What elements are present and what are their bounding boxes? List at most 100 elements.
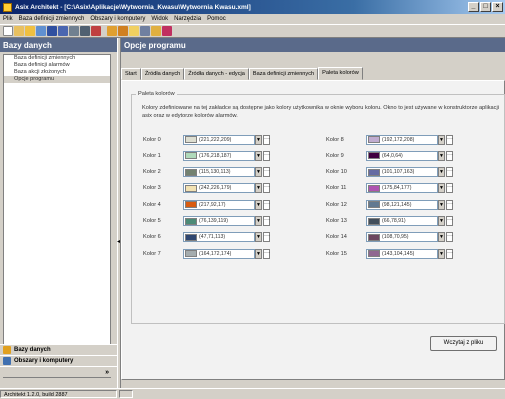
dropdown-arrow-icon[interactable]: ▼	[255, 199, 262, 210]
window-icon[interactable]	[91, 26, 101, 36]
dropdown-arrow-icon[interactable]: ▼	[255, 167, 262, 178]
edit-icon[interactable]	[118, 26, 128, 36]
color-picker[interactable]: (98,121,145)	[366, 199, 438, 210]
maximize-button[interactable]: □	[480, 2, 491, 12]
color-picker[interactable]: (64,0,64)	[366, 150, 438, 161]
tab-zrodla-danych-edycja[interactable]: Źródła danych - edycja	[184, 68, 249, 80]
menu-pomoc[interactable]: Pomoc	[207, 16, 226, 22]
dropdown-arrow-icon[interactable]: ▼	[438, 183, 445, 194]
menu-widok[interactable]: Widok	[151, 16, 168, 22]
color-palette-group: Paleta kolorów Kolory zdefiniowane na te…	[131, 91, 505, 324]
color-value: (175,84,177)	[382, 185, 412, 192]
minimize-button[interactable]: _	[468, 2, 479, 12]
tab-zrodla-danych[interactable]: Źródła danych	[140, 68, 185, 80]
save-all-icon[interactable]	[58, 26, 68, 36]
color-swatch	[368, 250, 380, 258]
tab-baza-definicji-zmiennych[interactable]: Baza definicji zmiennych	[248, 68, 319, 80]
menu-baza-definicji-zmiennych[interactable]: Baza definicji zmiennych	[19, 16, 85, 22]
more-icon[interactable]: ···	[263, 167, 270, 178]
more-icon[interactable]: ···	[263, 134, 270, 145]
dropdown-arrow-icon[interactable]: ▼	[255, 134, 262, 145]
new-icon[interactable]	[14, 26, 24, 36]
color-value: (176,218,187)	[199, 152, 232, 159]
more-icon[interactable]: ···	[263, 150, 270, 161]
color-picker[interactable]: (66,78,91)	[366, 216, 438, 226]
chart-icon[interactable]	[162, 26, 172, 36]
collapse-arrow-icon[interactable]: ◂	[117, 238, 120, 245]
more-icon[interactable]: ···	[446, 134, 453, 145]
color-picker[interactable]: (164,172,174)	[183, 248, 255, 259]
dropdown-arrow-icon[interactable]: ▼	[438, 150, 445, 161]
tab-paleta-kolorow[interactable]: Paleta kolorów	[318, 67, 363, 80]
more-icon[interactable]: ···	[263, 199, 270, 210]
color-picker[interactable]: (176,218,187)	[183, 150, 255, 161]
color-swatch	[185, 184, 197, 192]
color-picker[interactable]: (143,104,145)	[366, 248, 438, 259]
more-icon[interactable]: ···	[263, 248, 270, 259]
more-icon[interactable]: ···	[263, 183, 270, 194]
folder-icon[interactable]	[36, 26, 46, 36]
color-picker[interactable]: (115,130,113)	[183, 167, 255, 178]
more-icon[interactable]: ···	[446, 183, 453, 194]
tool-icon[interactable]	[107, 26, 117, 36]
color-swatch	[185, 233, 197, 241]
database-icon	[3, 346, 11, 354]
dropdown-arrow-icon[interactable]: ▼	[438, 134, 445, 145]
save-icon[interactable]	[47, 26, 57, 36]
load-from-file-button[interactable]: Wczytaj z pliku	[430, 336, 497, 351]
dropdown-arrow-icon[interactable]: ▼	[438, 199, 445, 210]
color-picker[interactable]: (108,70,95)	[366, 232, 438, 243]
list-item-alarms[interactable]: Baza definicji alarmów	[4, 62, 110, 69]
dropdown-arrow-icon[interactable]: ▼	[438, 248, 445, 259]
doc-icon[interactable]	[129, 26, 139, 36]
dropdown-arrow-icon[interactable]: ▼	[438, 167, 445, 178]
color-picker[interactable]: (175,84,177)	[366, 183, 438, 194]
dropdown-arrow-icon[interactable]: ▼	[438, 232, 445, 243]
dropdown-arrow-icon[interactable]: ▼	[438, 216, 445, 226]
export-icon[interactable]	[151, 26, 161, 36]
more-icon[interactable]: ···	[446, 232, 453, 243]
menu-plik[interactable]: Plik	[3, 16, 13, 22]
more-icon[interactable]: ···	[446, 167, 453, 178]
color-picker[interactable]: (47,71,113)	[183, 232, 255, 243]
database-icon[interactable]	[69, 26, 79, 36]
dropdown-arrow-icon[interactable]: ▼	[255, 216, 262, 226]
dropdown-arrow-icon[interactable]: ▼	[255, 183, 262, 194]
nav-expand[interactable]: »	[0, 366, 117, 377]
menu-narzedzia[interactable]: Narzędzia	[174, 16, 201, 22]
color-swatch	[185, 136, 197, 143]
dropdown-arrow-icon[interactable]: ▼	[255, 232, 262, 243]
menu-obszary-i-komputery[interactable]: Obszary i komputery	[90, 16, 145, 22]
close-button[interactable]: ×	[492, 2, 503, 12]
color-picker[interactable]: (242,226,179)	[183, 183, 255, 194]
grid-icon[interactable]	[80, 26, 90, 36]
color-picker[interactable]: (217,92,17)	[183, 199, 255, 210]
list-item-variables[interactable]: Baza definicji zmiennych	[4, 55, 110, 62]
nav-obszary-i-komputery[interactable]: Obszary i komputery	[0, 355, 117, 366]
tab-start[interactable]: Start	[121, 68, 141, 80]
dropdown-arrow-icon[interactable]: ▼	[255, 150, 262, 161]
menu-bar: Plik Baza definicji zmiennych Obszary i …	[0, 14, 505, 24]
color-row: Kolor 4 (217,92,17) ▼ ···	[143, 199, 270, 210]
color-picker[interactable]: (192,172,208)	[366, 134, 438, 145]
copy-icon[interactable]	[140, 26, 150, 36]
more-icon[interactable]: ···	[263, 216, 270, 226]
more-icon[interactable]: ···	[446, 248, 453, 259]
more-icon[interactable]: ···	[263, 232, 270, 243]
new-file-icon[interactable]	[3, 26, 13, 36]
color-picker[interactable]: (76,139,119)	[183, 216, 255, 226]
dropdown-arrow-icon[interactable]: ▼	[255, 248, 262, 259]
color-picker[interactable]: (101,107,163)	[366, 167, 438, 178]
color-row: Kolor 10 (101,107,163) ▼ ···	[326, 167, 453, 178]
more-icon[interactable]: ···	[446, 150, 453, 161]
list-item-program-options[interactable]: Opcje programu	[4, 76, 110, 83]
color-value: (143,104,145)	[382, 250, 415, 257]
more-icon[interactable]: ···	[446, 216, 453, 226]
open-folder-icon[interactable]	[25, 26, 35, 36]
color-swatch	[185, 201, 197, 209]
more-icon[interactable]: ···	[446, 199, 453, 210]
nav-bazy-danych[interactable]: Bazy danych	[0, 344, 117, 355]
list-item-complex-actions[interactable]: Baza akcji złożonych	[4, 69, 110, 76]
status-bar: Architekt 1.2.0, build 2887	[0, 388, 505, 398]
color-picker[interactable]: (221,222,209)	[183, 134, 255, 145]
